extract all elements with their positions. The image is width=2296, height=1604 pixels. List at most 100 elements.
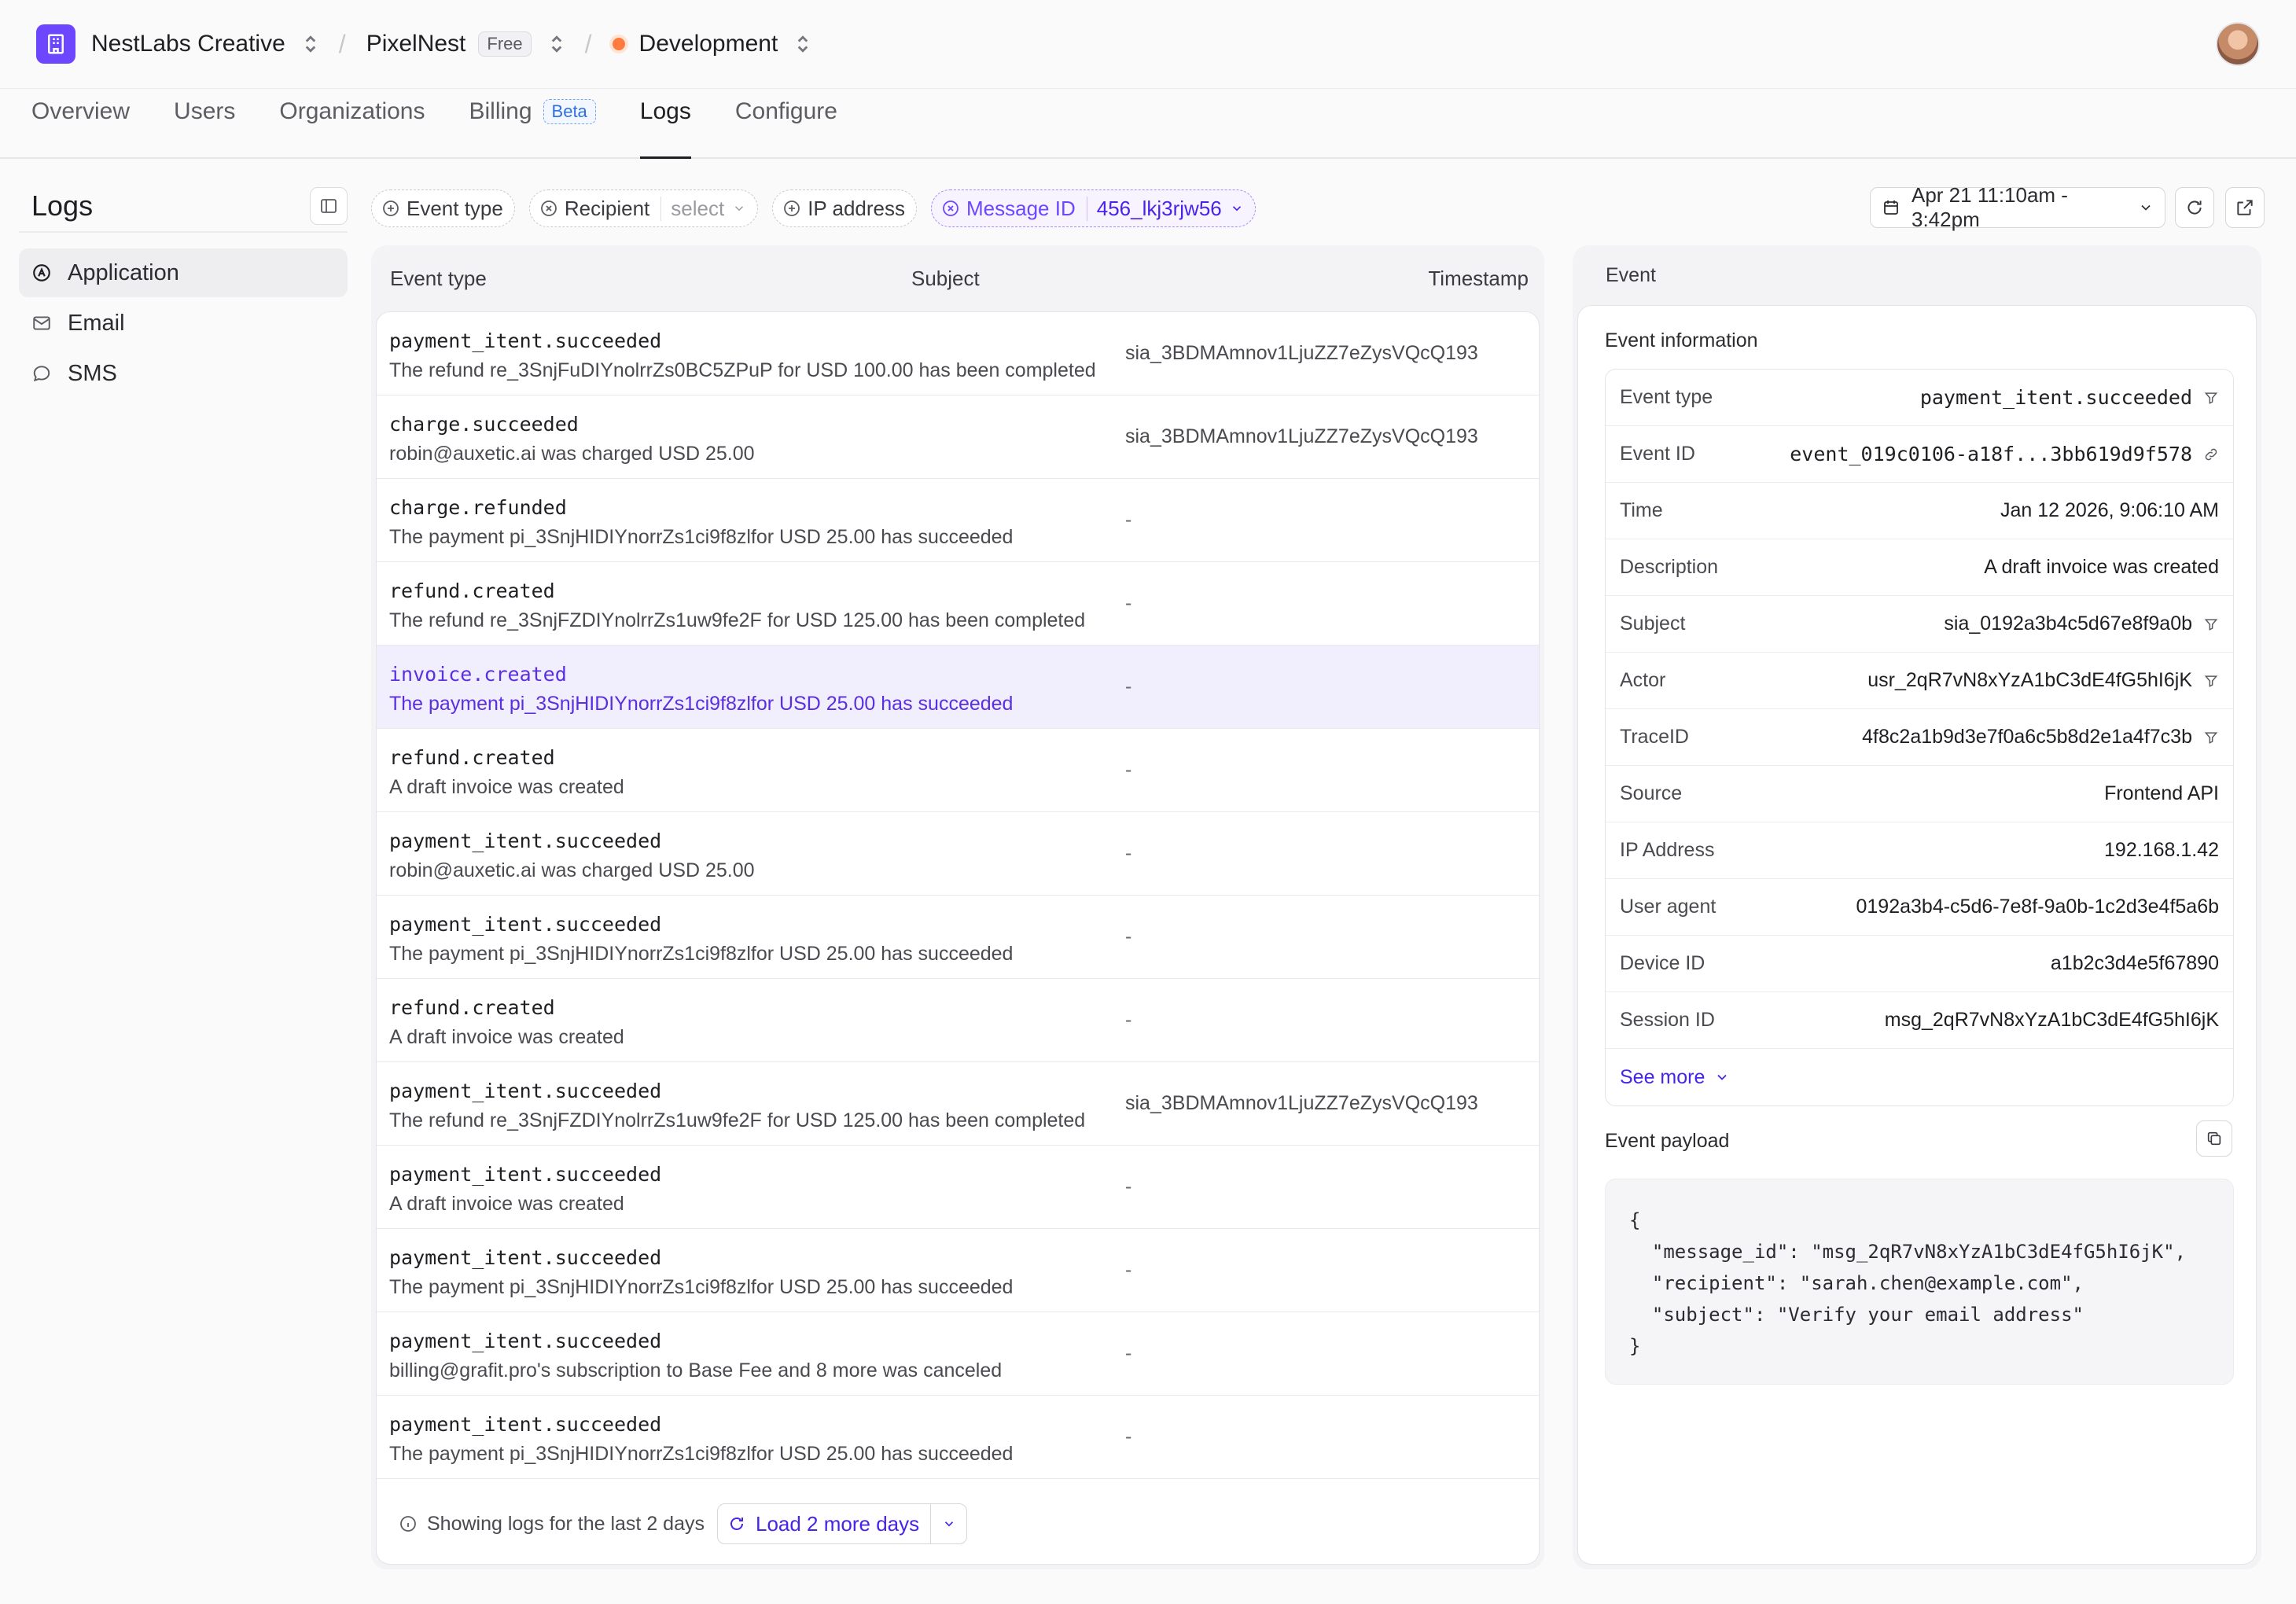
- info-key: User agent: [1620, 896, 1716, 918]
- recipient-select[interactable]: select: [660, 196, 746, 221]
- link-icon[interactable]: [2203, 447, 2219, 462]
- table-row[interactable]: payment_itent.succeeded The payment pi_3S…: [377, 1229, 1539, 1312]
- filter-icon[interactable]: [2203, 390, 2219, 406]
- info-key: IP Address: [1620, 839, 1715, 861]
- chip-label: Recipient: [564, 196, 650, 220]
- message-id-filter-chip[interactable]: Message ID 456_lkj3rjw56: [931, 189, 1256, 227]
- event-type-cell: payment_itent.succeeded: [389, 1163, 662, 1186]
- calendar-icon: [1882, 198, 1900, 217]
- info-row-description: Description A draft invoice was created: [1606, 539, 2233, 596]
- open-external-button[interactable]: [2225, 187, 2265, 228]
- event-type-filter-chip[interactable]: Event type: [371, 189, 515, 227]
- sidebar-header: Logs: [19, 181, 348, 233]
- table-row[interactable]: payment_itent.succeeded The refund re_3Sn…: [377, 312, 1539, 395]
- table-row[interactable]: charge.refunded The payment pi_3SnjHIDIYn…: [377, 479, 1539, 562]
- date-range-value: Apr 21 11:10am - 3:42pm: [1911, 183, 2068, 231]
- sidebar-item-label: Application: [68, 259, 179, 285]
- filter-icon[interactable]: [2203, 616, 2219, 632]
- remove-circle-icon[interactable]: [941, 199, 960, 218]
- environment-switcher[interactable]: Development: [612, 31, 811, 57]
- column-header-event-type[interactable]: Event type: [390, 267, 487, 291]
- event-type-cell: refund.created: [389, 579, 555, 602]
- sidebar-item-email[interactable]: Email: [19, 299, 348, 348]
- info-value: 192.168.1.42: [2104, 839, 2219, 861]
- user-avatar[interactable]: [2216, 22, 2260, 66]
- sidebar-toggle-button[interactable]: [310, 187, 348, 225]
- info-key: Subject: [1620, 613, 1686, 635]
- recipient-filter-chip[interactable]: Recipient select: [528, 189, 759, 227]
- sidebar-panel-icon: [321, 199, 337, 213]
- see-more-button[interactable]: See more: [1606, 1049, 2233, 1106]
- table-row[interactable]: payment_itent.succeeded robin@auxetic.ai …: [377, 812, 1539, 896]
- remove-circle-icon[interactable]: [539, 199, 558, 218]
- table-row[interactable]: payment_itent.succeeded The payment pi_3S…: [377, 896, 1539, 979]
- tab-logs[interactable]: Logs: [639, 86, 691, 159]
- table-row[interactable]: refund.created A draft invoice was create…: [377, 729, 1539, 812]
- event-detail-body: Event information Event type payment_ite…: [1577, 305, 2257, 1565]
- tab-label: Users: [174, 98, 236, 124]
- event-type-cell: payment_itent.succeeded: [389, 329, 662, 352]
- event-information-table: Event type payment_itent.succeeded Event…: [1605, 369, 2234, 1106]
- event-description-cell: The refund re_3SnjFZDIYnolrrZs1uw9fe2F f…: [389, 609, 1086, 631]
- table-row[interactable]: payment_itent.succeeded billing@grafit.pr…: [377, 1312, 1539, 1396]
- load-more-options-button[interactable]: [930, 1504, 966, 1543]
- filter-icon[interactable]: [2203, 673, 2219, 689]
- info-value: payment_itent.succeeded: [1920, 386, 2219, 409]
- column-header-timestamp[interactable]: Timestamp: [1428, 267, 1529, 291]
- event-type-cell: payment_itent.succeeded: [389, 1246, 662, 1269]
- tab-billing[interactable]: Billing Beta: [469, 86, 596, 157]
- tab-organizations[interactable]: Organizations: [279, 86, 425, 157]
- chevron-down-icon: [2138, 200, 2154, 215]
- copy-payload-button[interactable]: [2196, 1120, 2232, 1157]
- copy-icon: [2207, 1131, 2221, 1146]
- info-key: Device ID: [1620, 952, 1705, 974]
- load-more-button[interactable]: Load 2 more days: [718, 1512, 930, 1536]
- org-switcher[interactable]: NestLabs Creative: [91, 31, 318, 57]
- event-detail-panel: Event Event information Event type payme…: [1573, 245, 2261, 1569]
- table-header: Event type Subject Timestamp: [371, 245, 1544, 311]
- table-row-selected[interactable]: invoice.created The payment pi_3SnjHIDIYn…: [377, 646, 1539, 729]
- event-type-cell: charge.succeeded: [389, 413, 579, 436]
- filter-bar: Event type Recipient select IP address M…: [371, 189, 1270, 228]
- event-type-cell: payment_itent.succeeded: [389, 913, 662, 936]
- sidebar-title: Logs: [31, 189, 94, 222]
- table-row[interactable]: refund.created A draft invoice was create…: [377, 979, 1539, 1062]
- event-payload-code: { "message_id": "msg_2qR7vN8xYzA1bC3dE4f…: [1605, 1179, 2234, 1385]
- column-header-subject[interactable]: Subject: [911, 267, 980, 291]
- subject-cell: -: [1125, 1426, 1132, 1448]
- tab-overview[interactable]: Overview: [31, 86, 130, 157]
- sidebar-item-label: SMS: [68, 360, 117, 386]
- event-description-cell: The payment pi_3SnjHIDIYnorrZs1ci9f8zlfo…: [389, 943, 1014, 965]
- info-value: Jan 12 2026, 9:06:10 AM: [2000, 499, 2219, 521]
- info-icon: [399, 1514, 418, 1533]
- table-row[interactable]: payment_itent.succeeded A draft invoice w…: [377, 1146, 1539, 1229]
- table-row[interactable]: charge.succeeded robin@auxetic.ai was cha…: [377, 395, 1539, 479]
- table-row[interactable]: payment_itent.succeeded The refund re_3Sn…: [377, 1062, 1539, 1146]
- refresh-button[interactable]: [2175, 187, 2214, 228]
- event-type-cell: payment_itent.succeeded: [389, 1330, 662, 1352]
- event-type-value: payment_itent.succeeded: [1919, 386, 2192, 409]
- ip-address-filter-chip[interactable]: IP address: [772, 189, 918, 227]
- tab-configure[interactable]: Configure: [735, 86, 837, 157]
- app-switcher[interactable]: PixelNest Free: [366, 31, 565, 57]
- event-type-cell: refund.created: [389, 746, 555, 769]
- info-value: sia_0192a3b4c5d67e8f9a0b: [1944, 613, 2219, 635]
- table-row[interactable]: payment_itent.succeeded The payment pi_3S…: [377, 1396, 1539, 1479]
- logs-sidebar: Logs Application Email SMS: [19, 181, 348, 399]
- subject-cell: sia_3BDMAmnov1LjuZZ7eZysVQcQ193: [1125, 1092, 1478, 1114]
- message-id-select[interactable]: 456_lkj3rjw56: [1086, 196, 1244, 221]
- info-row-time: Time Jan 12 2026, 9:06:10 AM: [1606, 483, 2233, 539]
- load-more-button-group: Load 2 more days: [716, 1503, 968, 1544]
- info-row-event-id: Event ID event_019c0106-a18f...3bb619d9f…: [1606, 426, 2233, 483]
- info-row-source: Source Frontend API: [1606, 766, 2233, 822]
- filter-icon[interactable]: [2203, 730, 2219, 745]
- event-description-cell: The refund re_3SnjFuDIYnolrrZs0BC5ZPuP f…: [389, 359, 1096, 381]
- date-range-picker[interactable]: Apr 21 11:10am - 3:42pm: [1870, 183, 2165, 231]
- sidebar-item-application[interactable]: Application: [19, 248, 348, 297]
- subject-value: sia_0192a3b4c5d67e8f9a0b: [1944, 613, 2192, 635]
- event-description-cell: The refund re_3SnjFZDIYnolrrZs1uw9fe2F f…: [389, 1109, 1086, 1131]
- table-row[interactable]: refund.created The refund re_3SnjFZDIYnol…: [377, 562, 1539, 646]
- tab-users[interactable]: Users: [174, 86, 235, 157]
- tab-label: Billing: [469, 98, 532, 124]
- sidebar-item-sms[interactable]: SMS: [19, 349, 348, 398]
